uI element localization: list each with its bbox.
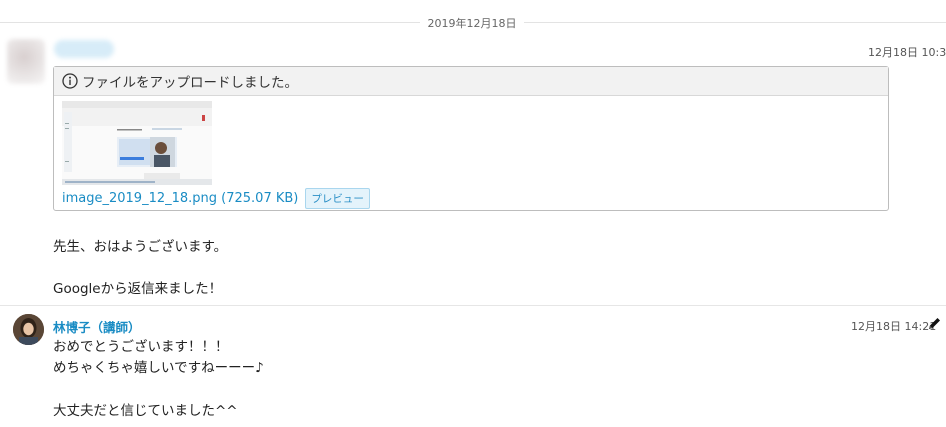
avatar[interactable] [13, 314, 44, 345]
file-download-link[interactable]: image_2019_12_18.png (725.07 KB) [62, 191, 298, 206]
message-line: 先生、おはようございます。 [53, 239, 228, 255]
avatar-image [13, 314, 44, 345]
sender-name-blurred[interactable] [54, 40, 114, 58]
date-label: 2019年12月18日 [427, 17, 517, 30]
message-line: Googleから返信来ました！ [53, 281, 223, 297]
file-info-row: image_2019_12_18.png (725.07 KB) プレビュー [62, 188, 370, 209]
info-icon [62, 73, 78, 89]
preview-button[interactable]: プレビュー [305, 188, 370, 209]
message-line: おめでとうございます！！！ [53, 339, 229, 355]
message-timestamp: 12月18日 14:21 [851, 320, 937, 333]
sender-name[interactable]: 林博子（講師） [53, 317, 141, 336]
thumbnail-image [62, 101, 212, 185]
message-line: 大丈夫だと信じていました^^ [53, 403, 238, 419]
divider-line [0, 22, 420, 23]
file-upload-card: ファイルをアップロードしました。 image_2019_12_18.png (7… [53, 66, 889, 211]
date-separator: 2019年12月18日 [0, 14, 946, 32]
message-line: めちゃくちゃ嬉しいですねーーー♪ [53, 360, 264, 376]
upload-card-header: ファイルをアップロードしました。 [54, 67, 888, 96]
avatar[interactable] [7, 39, 45, 84]
pencil-icon[interactable] [927, 316, 942, 331]
image-thumbnail[interactable] [62, 101, 212, 185]
message-divider [0, 305, 946, 306]
upload-title: ファイルをアップロードしました。 [82, 75, 298, 91]
message-timestamp: 12月18日 10:36 [868, 46, 946, 59]
divider-line [524, 22, 946, 23]
